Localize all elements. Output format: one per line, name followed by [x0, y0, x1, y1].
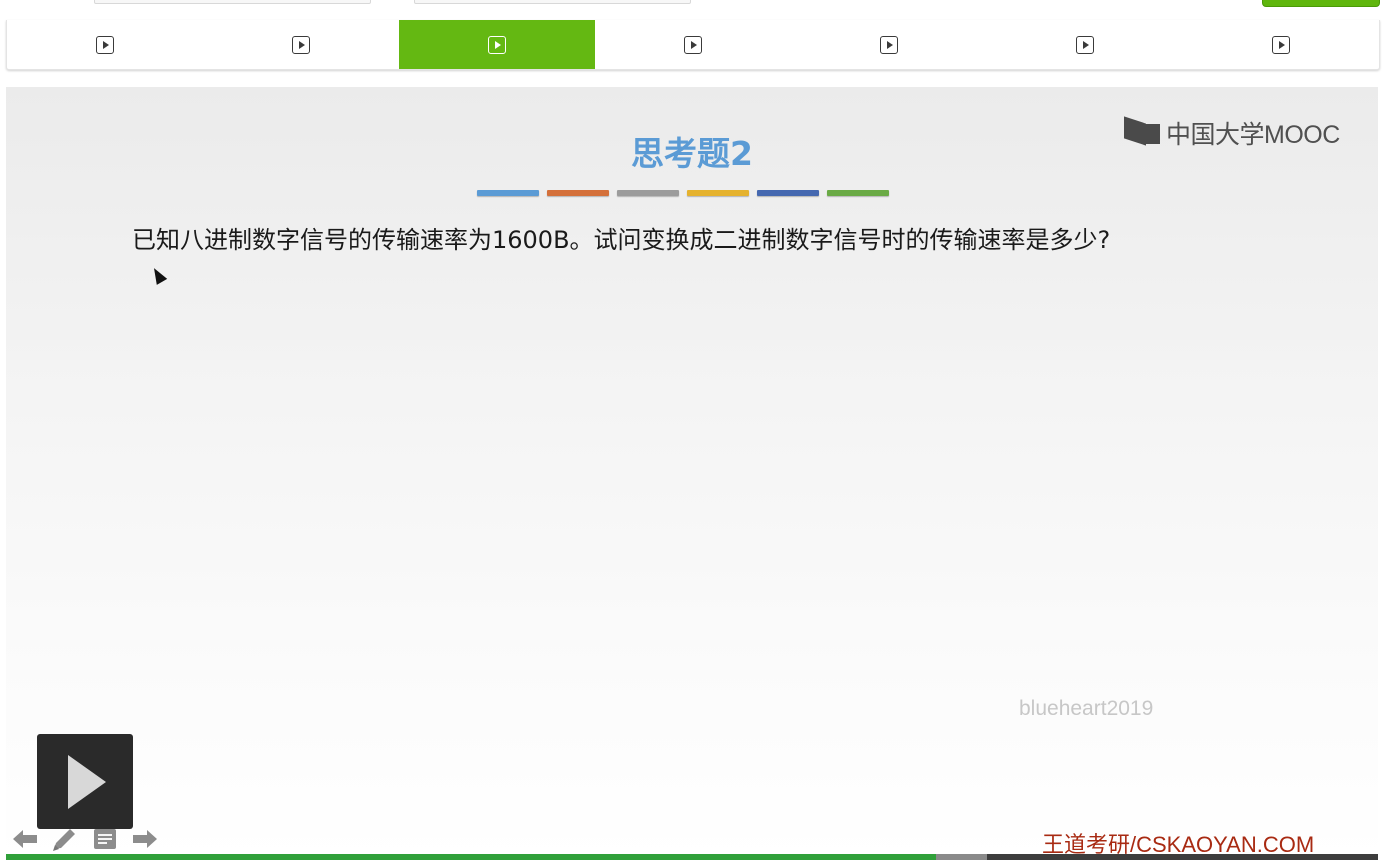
notes-icon[interactable]: [90, 824, 120, 854]
unit-tab-6[interactable]: [987, 20, 1183, 69]
color-bar: [477, 190, 539, 196]
slide-toolbar: [10, 824, 160, 854]
top-select-b[interactable]: [414, 0, 691, 4]
play-square-icon: [1076, 35, 1094, 54]
question-text: 已知八进制数字信号的传输速率为1600B。试问变换成二进制数字信号时的传输速率是…: [132, 226, 1111, 254]
mooc-logo-text: 中国大学MOOC: [1166, 121, 1340, 149]
play-square-icon: [488, 35, 506, 54]
unit-tab-1[interactable]: [7, 20, 203, 69]
video-player[interactable]: 思考题2 中国大学MOOC 已知八进制数字信号的传输速率为1600B。试问变换成…: [6, 87, 1378, 860]
play-square-icon: [880, 35, 898, 54]
play-button[interactable]: [37, 734, 133, 829]
top-green-button[interactable]: [1262, 0, 1380, 7]
mooc-book-icon: [1124, 116, 1162, 150]
mooc-logo: 中国大学MOOC: [1124, 115, 1340, 151]
arrow-left-icon[interactable]: [10, 824, 40, 854]
play-square-icon: [684, 35, 702, 54]
pen-icon[interactable]: [50, 824, 80, 854]
color-bar: [687, 190, 749, 196]
unit-tab-3[interactable]: [399, 20, 595, 69]
unit-tab-strip: [6, 20, 1380, 70]
color-bar: [617, 190, 679, 196]
unit-tab-4[interactable]: [595, 20, 791, 69]
color-bar: [827, 190, 889, 196]
arrow-right-icon[interactable]: [130, 824, 160, 854]
title-color-bars: [477, 190, 889, 196]
play-icon: [68, 754, 106, 809]
play-square-icon: [96, 35, 114, 54]
color-bar: [757, 190, 819, 196]
progress-bar[interactable]: [6, 854, 1378, 860]
unit-tab-5[interactable]: [791, 20, 987, 69]
unit-tab-7[interactable]: [1183, 20, 1379, 69]
color-bar: [547, 190, 609, 196]
play-square-icon: [1272, 35, 1290, 54]
play-square-icon: [292, 35, 310, 54]
top-select-a[interactable]: [94, 0, 371, 4]
watermark: blueheart2019: [1019, 697, 1154, 720]
progress-played: [6, 854, 937, 860]
unit-tab-2[interactable]: [203, 20, 399, 69]
mouse-cursor-icon: [148, 265, 168, 285]
